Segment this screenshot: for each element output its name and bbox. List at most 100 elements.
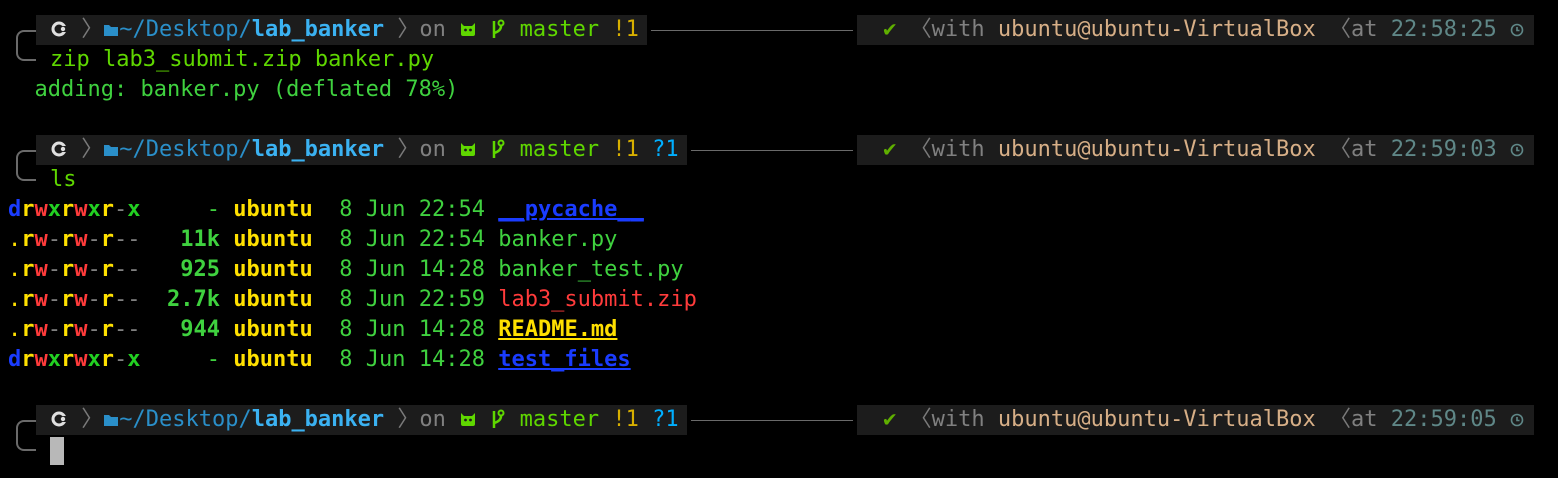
- git-branch-name: master: [519, 17, 600, 42]
- clock-icon: [1510, 406, 1524, 436]
- file-size: 944: [180, 317, 220, 342]
- file-name[interactable]: README.md: [498, 317, 617, 342]
- file-permissions: drwxrwxr-x: [8, 197, 141, 222]
- dir-name: lab_banker: [251, 137, 385, 162]
- prompt-right-segment: ✔ 〈with ubuntu@ubuntu-VirtualBox 〈at 22:…: [857, 15, 1534, 45]
- on-label: on: [419, 137, 446, 162]
- file-time: 14:28: [418, 317, 485, 342]
- file-permissions: drwxrwxr-x: [8, 347, 141, 372]
- command-line[interactable]: zip lab3_submit.zip banker.py: [50, 45, 434, 75]
- dir-name: lab_banker: [251, 407, 385, 432]
- file-time: 22:54: [418, 197, 485, 222]
- dir-name: lab_banker: [251, 17, 385, 42]
- on-label: on: [419, 17, 446, 42]
- prompt-time: 22:58:25: [1390, 17, 1497, 42]
- dir-prefix: ~/Desktop/: [119, 137, 252, 162]
- file-name[interactable]: __pycache__: [498, 197, 644, 222]
- segment-separator: 〉: [384, 137, 420, 162]
- file-permissions: .rw-rw-r--: [8, 257, 141, 282]
- file-day: 8: [339, 347, 353, 372]
- segment-separator: 〉: [68, 137, 104, 162]
- file-month: Jun: [365, 257, 406, 282]
- user-host: ubuntu@ubuntu-VirtualBox: [997, 137, 1316, 162]
- file-day: 8: [339, 227, 353, 252]
- file-name[interactable]: lab3_submit.zip: [498, 287, 697, 312]
- prompt-right-segment: ✔ 〈with ubuntu@ubuntu-VirtualBox 〈at 22:…: [857, 405, 1534, 435]
- file-name[interactable]: banker_test.py: [498, 257, 683, 282]
- file-time: 22:59: [418, 287, 485, 312]
- file-day: 8: [339, 287, 353, 312]
- table-row: .rw-rw-r-- 2.7k ubuntu 8 Jun 22:59 lab3_…: [8, 285, 697, 315]
- command-text: zip lab3_submit.zip banker.py: [50, 47, 435, 72]
- zip-output: adding: banker.py (deflated 78%): [8, 77, 459, 102]
- table-row: drwxrwxr-x - ubuntu 8 Jun 14:28 test_fil…: [8, 345, 631, 375]
- status-ok-icon: ✔: [883, 407, 897, 432]
- file-permissions: .rw-rw-r--: [8, 287, 141, 312]
- table-row: drwxrwxr-x - ubuntu 8 Jun 22:54 __pycach…: [8, 195, 644, 225]
- terminal-window[interactable]: 〉 ~/Desktop/lab_banker 〉on master !1 ✔ 〈wi…: [0, 0, 1558, 478]
- segment-separator: 〉: [384, 407, 420, 432]
- segment-separator: 〉: [68, 17, 104, 42]
- at-label: at: [1351, 17, 1378, 42]
- on-label: on: [419, 407, 446, 432]
- prompt-time: 22:59:05: [1390, 407, 1497, 432]
- ubuntu-logo-icon: [50, 138, 68, 168]
- file-month: Jun: [365, 317, 406, 342]
- git-untracked-count: ?1: [652, 137, 679, 162]
- text-cursor[interactable]: [50, 437, 64, 465]
- file-day: 8: [339, 317, 353, 342]
- file-owner: ubuntu: [233, 257, 313, 282]
- clock-icon: [1510, 136, 1524, 166]
- segment-separator: 〈: [896, 17, 932, 42]
- at-label: at: [1351, 407, 1378, 432]
- user-host: ubuntu@ubuntu-VirtualBox: [997, 17, 1316, 42]
- file-size: -: [206, 197, 220, 222]
- git-branch-name: master: [519, 407, 600, 432]
- file-size: 11k: [180, 227, 220, 252]
- git-modified-count: !1: [612, 137, 639, 162]
- file-permissions: .rw-rw-r--: [8, 317, 141, 342]
- ubuntu-logo-icon: [50, 408, 68, 438]
- table-row: .rw-rw-r-- 925 ubuntu 8 Jun 14:28 banker…: [8, 255, 684, 285]
- command-text: ls: [50, 167, 77, 192]
- file-size: 2.7k: [167, 287, 220, 312]
- dir-prefix: ~/Desktop/: [119, 17, 252, 42]
- table-row: .rw-rw-r-- 11k ubuntu 8 Jun 22:54 banker…: [8, 225, 617, 255]
- command-line[interactable]: ls: [50, 165, 77, 195]
- file-name[interactable]: test_files: [498, 347, 630, 372]
- github-cat-icon: [459, 407, 477, 437]
- folder-icon: [103, 16, 119, 46]
- file-name[interactable]: banker.py: [498, 227, 617, 252]
- prompt-time: 22:59:03: [1390, 137, 1497, 162]
- file-time: 14:28: [418, 347, 485, 372]
- prompt-corner-bottom: [16, 45, 36, 61]
- clock-icon: [1510, 16, 1524, 46]
- status-ok-icon: ✔: [883, 137, 897, 162]
- prompt-corner-bottom: [16, 435, 36, 451]
- with-label: with: [931, 17, 985, 42]
- with-label: with: [931, 407, 985, 432]
- file-month: Jun: [365, 347, 406, 372]
- prompt-connector: [690, 420, 854, 421]
- prompt-left-segment: 〉 ~/Desktop/lab_banker 〉on master !1 ?1: [36, 405, 687, 435]
- file-day: 8: [339, 197, 353, 222]
- prompt-corner-bottom: [16, 165, 36, 181]
- file-owner: ubuntu: [233, 347, 313, 372]
- git-modified-count: !1: [612, 407, 639, 432]
- git-branch-icon: [490, 138, 506, 169]
- folder-icon: [103, 136, 119, 166]
- status-ok-icon: ✔: [883, 17, 897, 42]
- git-branch-icon: [490, 18, 506, 49]
- file-size: 925: [180, 257, 220, 282]
- file-time: 22:54: [418, 227, 485, 252]
- ubuntu-logo-icon: [50, 18, 68, 48]
- with-label: with: [931, 137, 985, 162]
- file-day: 8: [339, 257, 353, 282]
- file-size: -: [206, 347, 220, 372]
- segment-separator: 〈: [1315, 407, 1352, 432]
- file-owner: ubuntu: [233, 317, 313, 342]
- segment-separator: 〉: [68, 407, 104, 432]
- prompt-connector: [650, 30, 854, 31]
- git-untracked-count: ?1: [652, 407, 679, 432]
- github-cat-icon: [459, 17, 477, 47]
